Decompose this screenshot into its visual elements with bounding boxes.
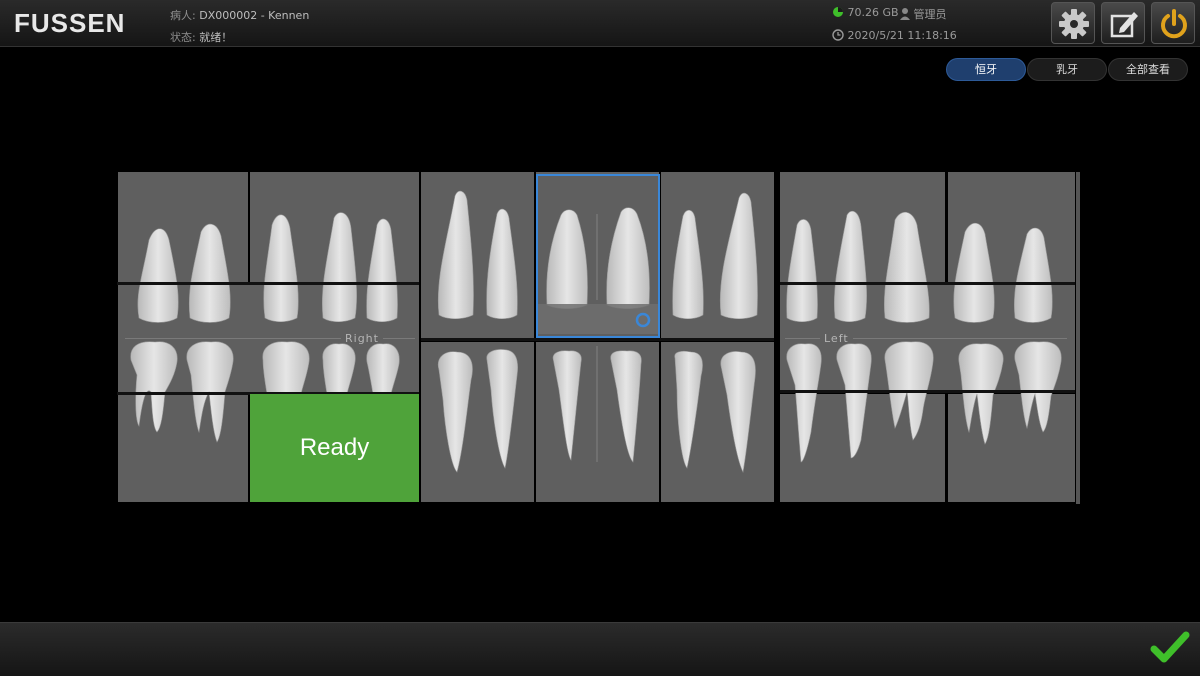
tooth-ll-molar-2 <box>1014 341 1062 433</box>
tooth-lr-molar-1 <box>130 341 178 433</box>
top-bar: FUSSEN 病人: DX000002 - Kennen 状态: 就绪！ 70.… <box>0 0 1200 47</box>
tooth-ul-molar-1 <box>953 222 995 323</box>
tooth-ul-canine-1 <box>672 209 704 320</box>
app-logo: FUSSEN <box>14 8 126 38</box>
disk-value: 70.26 GB <box>847 6 899 19</box>
tooth-ul-molar-2 <box>1014 227 1053 323</box>
tab-permanent-teeth[interactable]: 恒牙 <box>946 58 1026 81</box>
confirm-check-icon[interactable] <box>1150 631 1190 667</box>
tooth-ll-molar-1 <box>958 343 1004 445</box>
tooth-ul-premolar-1 <box>786 219 818 323</box>
status-value: 就绪！ <box>199 31 233 44</box>
tooth-ur-premolar-3 <box>366 218 398 323</box>
disk-usage: 70.26 GB <box>832 6 899 19</box>
datetime-value: 2020/5/21 11:18:16 <box>847 29 957 42</box>
tab-primary-teeth[interactable]: 乳牙 <box>1027 58 1107 81</box>
tooth-ul-premolar-2 <box>834 210 867 323</box>
tooth-ur-molar-2 <box>188 223 231 323</box>
tooth-lr-canine-1 <box>437 351 473 473</box>
tooth-ur-molar-1 <box>137 228 179 323</box>
edit-icon <box>1110 12 1138 38</box>
user-info: 管理员 <box>900 6 947 22</box>
tooth-lr-premolar-2 <box>322 343 356 395</box>
power-icon <box>1161 9 1187 39</box>
tooth-ll-canine-2 <box>720 351 756 473</box>
clock-icon <box>832 29 844 41</box>
patient-label: 病人: <box>170 9 196 22</box>
tab-view-all[interactable]: 全部查看 <box>1108 58 1188 81</box>
power-button[interactable] <box>1151 2 1195 44</box>
tooth-ur-premolar-1 <box>263 214 299 323</box>
tooth-lr-premolar-3 <box>366 343 400 395</box>
edit-button[interactable] <box>1101 2 1145 44</box>
bottom-bar <box>0 622 1200 676</box>
tooth-ur-premolar-2 <box>321 212 357 323</box>
gear-icon <box>1059 9 1089 39</box>
tooth-lr-canine-2 <box>486 349 518 469</box>
tooth-ll-canine-1 <box>674 350 703 469</box>
tooth-ur-canine-1 <box>437 190 474 320</box>
tooth-ll-premolar-1 <box>786 343 822 463</box>
user-name: 管理员 <box>913 8 947 21</box>
user-icon <box>900 8 910 20</box>
settings-button[interactable] <box>1051 2 1095 44</box>
tooth-ur-canine-2 <box>486 208 518 320</box>
patient-value: DX000002 - Kennen <box>199 9 310 22</box>
selected-tooth-frame[interactable] <box>536 174 660 338</box>
tooth-ul-canine-2 <box>719 192 758 320</box>
patient-info: 病人: DX000002 - Kennen <box>170 7 309 23</box>
tooth-lr-premolar-1 <box>262 341 310 395</box>
tooth-lr-molar-2 <box>186 341 234 443</box>
status-info: 状态: 就绪！ <box>170 29 232 45</box>
tooth-lower-incisor-2 <box>610 350 642 463</box>
status-label: 状态: <box>170 31 196 44</box>
tooth-chart: Right Left Ready <box>117 170 1080 504</box>
tooth-lower-incisor-1 <box>552 350 582 461</box>
datetime: 2020/5/21 11:18:16 <box>832 29 957 42</box>
tooth-ll-premolar-2 <box>836 343 872 459</box>
ready-tile[interactable]: Ready <box>250 394 419 502</box>
disk-pie-icon <box>833 7 843 17</box>
tooth-ul-premolar-3 <box>884 212 930 323</box>
